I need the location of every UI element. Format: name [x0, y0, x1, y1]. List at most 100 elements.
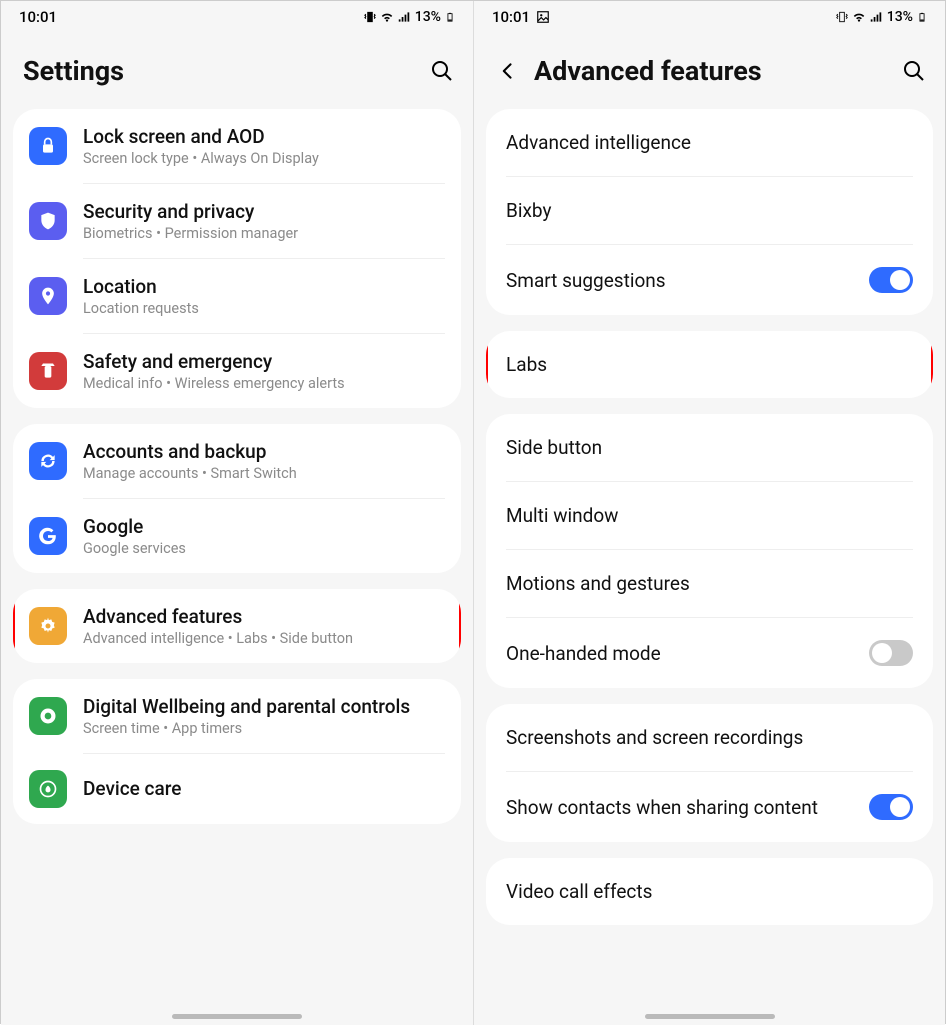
- signal-icon: [397, 10, 411, 24]
- battery-icon: [917, 10, 927, 24]
- item-text: Lock screen and AOD Screen lock type • Al…: [83, 125, 445, 167]
- advanced-features-screen: 10:01 13% Advanced features Advanced int…: [473, 1, 945, 1025]
- feature-item[interactable]: Multi window: [486, 482, 933, 549]
- feature-label: Show contacts when sharing content: [506, 796, 855, 819]
- features-group: Labs: [486, 331, 933, 398]
- settings-item[interactable]: LocationLocation requests: [13, 259, 461, 333]
- item-subtitle: Medical info • Wireless emergency alerts: [83, 375, 445, 392]
- care-icon: [29, 770, 67, 808]
- page-title: Settings: [23, 55, 415, 87]
- signal-icon: [869, 10, 883, 24]
- settings-item[interactable]: Google Google services: [13, 499, 461, 573]
- status-icons: [835, 10, 883, 24]
- status-battery: 13%: [415, 9, 441, 25]
- feature-item[interactable]: Screenshots and screen recordings: [486, 704, 933, 771]
- feature-item[interactable]: Video call effects: [486, 858, 933, 925]
- item-subtitle: Advanced intelligence • Labs • Side butt…: [83, 630, 445, 647]
- settings-item[interactable]: Device care: [13, 754, 461, 824]
- chevron-left-icon: [498, 61, 518, 81]
- vibrate-icon: [835, 10, 849, 24]
- status-bar: 10:01 13%: [1, 1, 473, 33]
- wifi-icon: [379, 10, 395, 24]
- settings-item[interactable]: Safety and emergency Medical info • Wirel…: [13, 334, 461, 408]
- item-title: Security and privacy: [83, 200, 445, 223]
- item-title: Safety and emergency: [83, 350, 445, 373]
- settings-item[interactable]: Security and privacy Biometrics • Permiss…: [13, 184, 461, 258]
- vibrate-icon: [363, 10, 377, 24]
- item-title: Advanced features: [83, 605, 445, 628]
- item-text: Security and privacy Biometrics • Permiss…: [83, 200, 445, 242]
- item-title: Google: [83, 515, 445, 538]
- feature-label: Multi window: [506, 504, 913, 527]
- alert-icon: [29, 352, 67, 390]
- search-icon: [902, 59, 926, 83]
- item-title: Accounts and backup: [83, 440, 445, 463]
- item-text: Safety and emergency Medical info • Wirel…: [83, 350, 445, 392]
- item-text: Digital Wellbeing and parental controls S…: [83, 695, 445, 737]
- item-text: Accounts and backup Manage accounts • Sma…: [83, 440, 445, 482]
- item-text: Device care: [83, 777, 445, 802]
- status-bar: 10:01 13%: [474, 1, 945, 33]
- page-title: Advanced features: [534, 55, 887, 87]
- feature-label: Motions and gestures: [506, 572, 913, 595]
- settings-group: Digital Wellbeing and parental controls S…: [13, 679, 461, 824]
- feature-label: Smart suggestions: [506, 269, 855, 292]
- feature-item[interactable]: One-handed mode: [486, 618, 933, 688]
- advanced-header: Advanced features: [474, 33, 945, 109]
- item-subtitle: Screen time • App timers: [83, 720, 445, 737]
- feature-label: Side button: [506, 436, 913, 459]
- features-group: Side button Multi window Motions and gestu…: [486, 414, 933, 688]
- item-text: LocationLocation requests: [83, 275, 445, 317]
- settings-group: Accounts and backup Manage accounts • Sma…: [13, 424, 461, 573]
- pin-icon: [29, 277, 67, 315]
- settings-item[interactable]: Accounts and backup Manage accounts • Sma…: [13, 424, 461, 498]
- google-icon: [29, 517, 67, 555]
- item-text: Google Google services: [83, 515, 445, 557]
- item-subtitle: Google services: [83, 540, 445, 557]
- item-title: Device care: [83, 777, 445, 800]
- toggle-switch[interactable]: [869, 267, 913, 293]
- feature-item[interactable]: Motions and gestures: [486, 550, 933, 617]
- item-subtitle: Biometrics • Permission manager: [83, 225, 445, 242]
- gear-icon: [29, 607, 67, 645]
- feature-label: Bixby: [506, 199, 913, 222]
- item-subtitle: Manage accounts • Smart Switch: [83, 465, 445, 482]
- search-button[interactable]: [901, 58, 927, 84]
- home-indicator[interactable]: [645, 1014, 775, 1019]
- search-button[interactable]: [429, 58, 455, 84]
- features-group: Video call effects: [486, 858, 933, 925]
- features-group: Screenshots and screen recordings Show co…: [486, 704, 933, 842]
- item-subtitle: Location requests: [83, 300, 445, 317]
- status-battery: 13%: [887, 9, 913, 25]
- feature-label: Video call effects: [506, 880, 913, 903]
- item-text: Advanced features Advanced intelligence •…: [83, 605, 445, 647]
- feature-item[interactable]: Side button: [486, 414, 933, 481]
- item-title: Digital Wellbeing and parental controls: [83, 695, 445, 718]
- status-icons: [363, 10, 411, 24]
- feature-item[interactable]: Advanced intelligence: [486, 109, 933, 176]
- feature-label: Advanced intelligence: [506, 131, 913, 154]
- toggle-switch[interactable]: [869, 794, 913, 820]
- home-indicator[interactable]: [172, 1014, 302, 1019]
- settings-screen: 10:01 13% Settings Lock screen and AOD Sc…: [1, 1, 473, 1025]
- settings-item[interactable]: Lock screen and AOD Screen lock type • Al…: [13, 109, 461, 183]
- feature-item[interactable]: Show contacts when sharing content: [486, 772, 933, 842]
- shield-icon: [29, 202, 67, 240]
- back-button[interactable]: [496, 59, 520, 83]
- settings-item[interactable]: Advanced features Advanced intelligence •…: [13, 589, 461, 663]
- feature-item[interactable]: Smart suggestions: [486, 245, 933, 315]
- search-icon: [430, 59, 454, 83]
- settings-item[interactable]: Digital Wellbeing and parental controls S…: [13, 679, 461, 753]
- item-title: Lock screen and AOD: [83, 125, 445, 148]
- feature-item[interactable]: Labs: [486, 331, 933, 398]
- feature-label: Screenshots and screen recordings: [506, 726, 913, 749]
- feature-item[interactable]: Bixby: [486, 177, 933, 244]
- battery-icon: [445, 10, 455, 24]
- picture-icon: [536, 10, 550, 24]
- feature-label: Labs: [506, 353, 913, 376]
- status-time: 10:01: [19, 8, 57, 26]
- features-group: Advanced intelligence Bixby Smart suggesti…: [486, 109, 933, 315]
- item-subtitle: Screen lock type • Always On Display: [83, 150, 445, 167]
- toggle-switch[interactable]: [869, 640, 913, 666]
- lock-icon: [29, 127, 67, 165]
